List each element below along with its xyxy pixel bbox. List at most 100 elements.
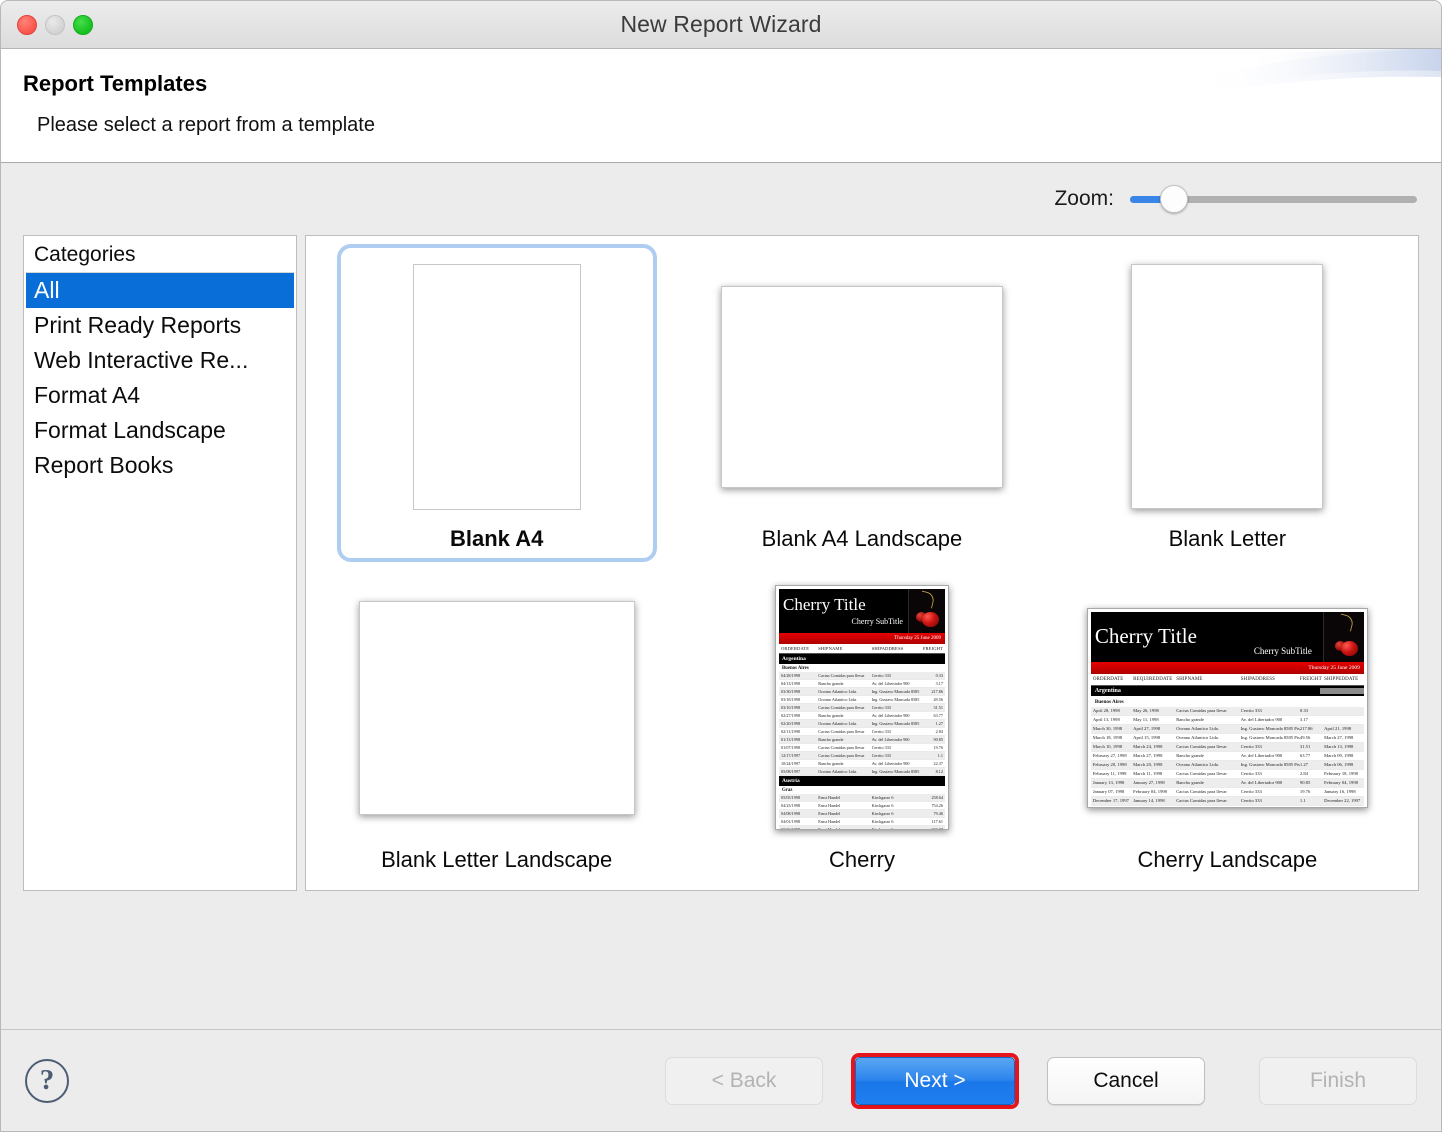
- cherry-cell-freight: 3.17: [935, 681, 943, 686]
- cherry-cell-shipaddress: Kirchgasse 6: [871, 803, 894, 808]
- categories-list[interactable]: Categories All Print Ready Reports Web I…: [23, 235, 297, 891]
- category-item-report-books[interactable]: Report Books: [26, 448, 294, 483]
- cherry-cell-freight: 1.1: [1299, 798, 1306, 803]
- cherry-cell-shipname: Cactus Comidas para llevar: [818, 729, 865, 734]
- cherry-cell-shipname: Rancho grande: [1176, 807, 1241, 808]
- wizard-header: Report Templates Please select a report …: [1, 49, 1441, 163]
- cherry-report-row: 03/30/1998 Oceano Atlantico Ltda. Ing. Gus…: [778, 688, 945, 696]
- maximize-window-button[interactable]: [73, 14, 93, 35]
- cherry-cell-orderdate: 03/26/1998: [780, 827, 801, 830]
- cherry-berry-large: [1340, 640, 1358, 656]
- cherry-cell-orderdate: January 07, 1998: [1092, 789, 1125, 794]
- template-card-blank-letter-landscape[interactable]: Blank Letter Landscape: [337, 565, 657, 883]
- cherry-report-row: 01/07/1998 Cactus Comidas para llevar Cerr…: [778, 744, 945, 752]
- minimize-window-button[interactable]: [45, 14, 65, 35]
- cherry-cell-orderdate: 04/01/1998: [780, 819, 801, 824]
- cherry-cell-requireddate: May 11, 1998: [1133, 717, 1159, 722]
- zoom-slider-thumb[interactable]: [1160, 185, 1189, 213]
- cherry-cell-freight: 3.17: [1299, 717, 1308, 722]
- template-thumbnail: Cherry Title Cherry SubTitle Thursday 25…: [1071, 569, 1383, 847]
- template-card-blank-a4[interactable]: Blank A4: [336, 243, 657, 562]
- template-thumbnail: Cherry Title Cherry SubTitle Thursday 25…: [706, 569, 1018, 847]
- cherry-cell-freight: 754.26: [931, 803, 943, 808]
- cherry-cell-shipaddress: Cerrito 333: [871, 753, 891, 758]
- cherry-cell-shippeddate: March 13, 1998: [1324, 744, 1354, 749]
- template-label: Cherry: [828, 846, 895, 872]
- finish-button[interactable]: Finish: [1259, 1056, 1417, 1105]
- cherry-cell-freight: 90.85: [933, 737, 943, 742]
- cherry-cell-shipaddress: Cerrito 333: [1240, 744, 1262, 749]
- zoom-slider[interactable]: [1130, 185, 1417, 213]
- column-header-freight: FREIGHT: [1299, 676, 1322, 682]
- cherry-cell-requireddate: January 14, 1998: [1133, 798, 1165, 803]
- cherry-report-row: 12/17/1997 Cactus Comidas para llevar Cerr…: [778, 752, 945, 760]
- cherry-cell-freight: 1.1: [937, 753, 943, 758]
- category-item-format-landscape[interactable]: Format Landscape: [26, 413, 294, 448]
- category-item-print-ready-reports[interactable]: Print Ready Reports: [26, 308, 294, 343]
- template-label: Blank Letter Landscape: [381, 846, 613, 872]
- cherry-cell-freight: 49.56: [933, 697, 943, 702]
- cherry-cell-shipaddress: Cerrito 333: [1240, 708, 1262, 713]
- cherry-cell-orderdate: January 13, 1998: [1092, 780, 1125, 785]
- cherry-cell-freight: 31.51: [933, 705, 943, 710]
- template-card-blank-letter[interactable]: Blank Letter: [1067, 244, 1387, 562]
- column-header-shipname: SHIPNAME: [1176, 676, 1203, 682]
- cherry-cell-requireddate: March 11, 1998: [1133, 771, 1163, 776]
- template-card-cherry[interactable]: Cherry Title Cherry SubTitle Thursday 25…: [702, 565, 1022, 883]
- cherry-cell-shippeddate: January 16, 1998: [1324, 789, 1356, 794]
- column-header-requireddate: REQUIREDDATE: [1133, 676, 1173, 682]
- cherry-report-row: February 20, 1998 March 20, 1998 Oceano At…: [1090, 760, 1364, 770]
- cherry-cell-shipname: Ernst Handel: [818, 819, 841, 824]
- cherry-cell-shipname: Cactus Comidas para llevar: [1176, 771, 1227, 776]
- cherry-cell-shipaddress: Ing. Gustavo Moncada 8585 Piso 20-A: [1240, 762, 1300, 767]
- cherry-cell-freight: 19.76: [1299, 789, 1311, 794]
- zoom-label: Zoom:: [1054, 187, 1114, 210]
- back-button[interactable]: < Back: [665, 1056, 823, 1105]
- cherry-cell-shipaddress: Av. del Libertador 900: [1240, 717, 1283, 722]
- cherry-cell-shipname: Ernst Handel: [818, 827, 841, 830]
- template-card-blank-a4-landscape[interactable]: Blank A4 Landscape: [702, 244, 1022, 562]
- cherry-cell-freight: 63.77: [933, 713, 943, 718]
- cherry-cell-orderdate: March 30, 1998: [1092, 726, 1123, 731]
- cherry-cell-shipname: Ernst Handel: [818, 795, 841, 800]
- cherry-header: Cherry Title Cherry SubTitle: [778, 589, 945, 633]
- cherry-report-preview: Cherry Title Cherry SubTitle Thursday 25…: [774, 585, 949, 830]
- cherry-rows-austria: 05/05/1998 Ernst Handel Kirchgasse 6 258.64…: [778, 794, 945, 830]
- category-item-web-interactive-reports[interactable]: Web Interactive Re...: [26, 343, 294, 378]
- cherry-stem: [918, 590, 936, 609]
- cherry-cell-shipaddress: Cerrito 333: [1240, 771, 1262, 776]
- cherry-cell-orderdate: 12/17/1997: [780, 753, 801, 758]
- cherry-cell-shipname: Cactus Comidas para llevar: [818, 745, 865, 750]
- cherry-cell-shipaddress: Av. del Libertador 900: [871, 713, 910, 718]
- cherry-cell-requireddate: March 27, 1998: [1133, 753, 1163, 758]
- cherry-cell-orderdate: 01/07/1998: [780, 745, 801, 750]
- cherry-cell-orderdate: 04/28/1998: [780, 673, 801, 678]
- category-item-format-a4[interactable]: Format A4: [26, 378, 294, 413]
- next-button-highlight: Next >: [851, 1052, 1019, 1109]
- cherry-cell-shipaddress: Ing. Gustavo Moncada 8585 Piso 20-A: [871, 769, 921, 774]
- cherry-report-row: 04/28/1998 Cactus Comidas para llevar Cerr…: [778, 672, 945, 680]
- cherry-cell-shipname: Oceano Atlantico Ltda.: [1176, 762, 1219, 767]
- cherry-cell-requireddate: January 27, 1998: [1133, 780, 1165, 785]
- cherry-cell-shippeddate: February 04, 1998: [1324, 780, 1358, 785]
- template-label: Blank A4: [449, 525, 544, 551]
- close-window-button[interactable]: [17, 14, 37, 35]
- help-icon[interactable]: ?: [25, 1058, 69, 1103]
- next-button[interactable]: Next >: [855, 1056, 1015, 1105]
- cherry-cell-requireddate: March 24, 1998: [1133, 744, 1163, 749]
- cherry-cell-shipaddress: Kirchgasse 6: [871, 811, 894, 816]
- template-label: Blank Letter: [1168, 525, 1287, 551]
- template-label: Blank A4 Landscape: [761, 525, 963, 551]
- cherry-cell-shipname: Rancho grande: [818, 713, 844, 718]
- cherry-report-row: March 18, 1998 April 15, 1998 Oceano Atlan…: [1090, 734, 1364, 743]
- cherry-cell-shipaddress: Cerrito 333: [871, 705, 891, 710]
- cherry-cell-orderdate: March 18, 1998: [1092, 735, 1123, 740]
- cherry-cell-freight: 1.27: [1299, 762, 1308, 767]
- category-item-all[interactable]: All: [26, 273, 294, 308]
- cherry-date-banner: Thursday 25 June 2009: [778, 633, 945, 644]
- cherry-cell-orderdate: 03/10/1998: [780, 705, 801, 710]
- cancel-button[interactable]: Cancel: [1047, 1056, 1205, 1105]
- template-card-cherry-landscape[interactable]: Cherry Title Cherry SubTitle Thursday 25…: [1067, 565, 1387, 883]
- cherry-cell-shippeddate: April 21, 1998: [1324, 726, 1352, 731]
- cherry-cell-shippeddate: December 22, 1997: [1324, 798, 1361, 803]
